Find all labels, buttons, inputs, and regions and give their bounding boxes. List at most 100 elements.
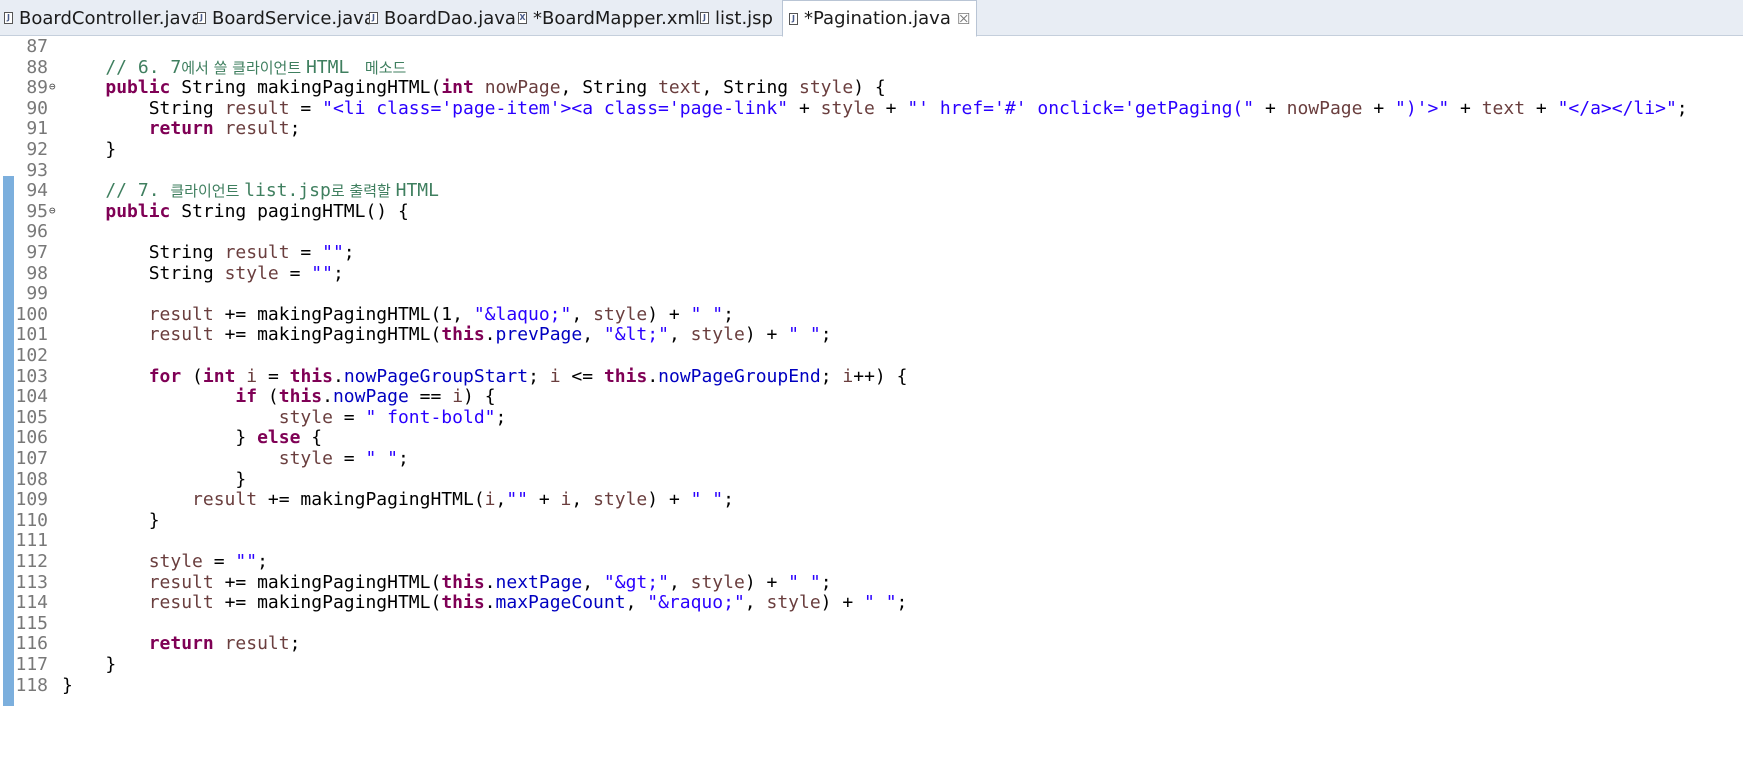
code-token: . xyxy=(332,365,344,387)
code-editor[interactable]: 87 88 // 6. 7에서 쓸 클라이언트 HTML 메소드 89 ⊖ publi… xyxy=(0,36,1743,775)
code-token: ; xyxy=(289,118,301,140)
code-token: . xyxy=(484,324,496,346)
code-token: this xyxy=(289,365,333,387)
code-token: HTML xyxy=(305,56,361,78)
code-line[interactable]: 103 for (int i = this.nowPageGroupStart;… xyxy=(0,365,1743,388)
code-line[interactable]: 102 xyxy=(0,344,1743,367)
code-token: list.jsp xyxy=(244,180,331,202)
code-line[interactable]: 110 } xyxy=(0,509,1743,532)
code-token: ; xyxy=(820,571,832,593)
code-line[interactable]: 109 result += makingPagingHTML(i,"" + i,… xyxy=(0,488,1743,511)
close-icon[interactable]: ☒ xyxy=(957,10,970,28)
code-token: public xyxy=(105,200,171,222)
code-text: style = ""; xyxy=(62,550,268,573)
code-line[interactable]: 116 return result; xyxy=(0,632,1743,655)
code-line[interactable]: 104 if (this.nowPage == i) { xyxy=(0,385,1743,408)
code-token: nowPageGroupEnd xyxy=(658,365,821,387)
code-line[interactable]: 108 } xyxy=(0,468,1743,491)
code-line[interactable]: 98 String style = ""; xyxy=(0,262,1743,285)
code-token: "&laquo;" xyxy=(473,303,572,325)
line-number: 101 xyxy=(15,324,48,346)
code-token: "" xyxy=(235,551,258,572)
code-line[interactable]: 87 xyxy=(0,35,1743,58)
line-number: 91 xyxy=(26,118,48,140)
code-line[interactable]: 118} xyxy=(0,674,1743,697)
code-line[interactable]: 93 xyxy=(0,159,1743,182)
code-token: i xyxy=(549,365,561,387)
code-token: result xyxy=(224,633,290,655)
code-line[interactable]: 95 ⊖ public String pagingHTML() { xyxy=(0,200,1743,223)
code-line[interactable]: 111 xyxy=(0,529,1743,552)
code-token: = xyxy=(202,551,236,572)
code-token: " " xyxy=(788,571,821,593)
code-text: } else { xyxy=(62,426,322,449)
code-line[interactable]: 101 result += makingPagingHTML(this.prev… xyxy=(0,323,1743,346)
code-token: , xyxy=(582,571,604,593)
code-token: style xyxy=(278,406,333,428)
code-token: ) { xyxy=(463,386,496,408)
code-line[interactable]: 105 style = " font-bold"; xyxy=(0,406,1743,429)
code-line[interactable]: 96 xyxy=(0,220,1743,243)
code-token: ; xyxy=(257,551,268,572)
tab-label: *Pagination.java xyxy=(804,8,951,29)
code-token: else xyxy=(257,427,301,449)
code-token: result xyxy=(148,303,214,325)
tab-boarddao[interactable]: J BoardDao.java xyxy=(369,0,516,36)
code-token: nextPage xyxy=(495,571,583,593)
code-token: i xyxy=(246,365,258,387)
code-token: nowPage xyxy=(332,386,409,408)
line-number: 111 xyxy=(15,530,48,552)
code-text: } xyxy=(62,468,246,491)
code-token: " " xyxy=(690,489,724,511)
tab-pagination[interactable]: J *Pagination.java ☒ xyxy=(782,0,978,37)
tab-boardcontroller[interactable]: J BoardController.java xyxy=(4,0,202,36)
tab-boardmapper[interactable]: X *BoardMapper.xml xyxy=(518,0,700,36)
code-line[interactable]: 106 } else { xyxy=(0,426,1743,449)
code-text: String style = ""; xyxy=(62,262,344,285)
code-line[interactable]: 90 String result = "<li class='page-item… xyxy=(0,97,1743,120)
code-token: return xyxy=(148,633,214,655)
line-number: 115 xyxy=(15,612,48,634)
code-token: . xyxy=(322,386,333,408)
code-token: prevPage xyxy=(495,324,583,346)
code-line[interactable]: 99 xyxy=(0,282,1743,305)
code-line[interactable]: 91 return result; xyxy=(0,117,1743,140)
code-token: style xyxy=(148,551,203,572)
code-token: "&lt;" xyxy=(603,324,669,346)
code-token: == xyxy=(408,386,453,408)
code-token: this xyxy=(441,592,485,614)
tab-boardservice[interactable]: J BoardService.java xyxy=(197,0,375,36)
code-line[interactable]: 97 String result = ""; xyxy=(0,241,1743,264)
code-token: + xyxy=(528,489,561,511)
line-number: 99 xyxy=(26,283,48,305)
code-token: = xyxy=(289,242,323,263)
code-token: i xyxy=(560,489,572,511)
code-line[interactable]: 113 result += makingPagingHTML(this.next… xyxy=(0,571,1743,594)
fold-toggle-icon[interactable]: ⊖ xyxy=(49,75,56,98)
code-line[interactable]: 112 style = ""; xyxy=(0,550,1743,573)
code-line[interactable]: 117 } xyxy=(0,653,1743,676)
code-line[interactable]: 92 } xyxy=(0,138,1743,161)
tab-list-jsp[interactable]: J list.jsp xyxy=(700,0,773,36)
code-line[interactable]: 115 xyxy=(0,612,1743,635)
code-line[interactable]: 100 result += makingPagingHTML(1, "&laqu… xyxy=(0,303,1743,326)
fold-toggle-icon[interactable]: ⊖ xyxy=(49,199,56,222)
code-token: "' href='#' onclick='getPaging(" xyxy=(907,97,1255,119)
code-line[interactable]: 88 // 6. 7에서 쓸 클라이언트 HTML 메소드 xyxy=(0,56,1743,79)
code-line[interactable]: 89 ⊖ public String makingPagingHTML(int n… xyxy=(0,76,1743,99)
code-line[interactable]: 114 result += makingPagingHTML(this.maxP… xyxy=(0,591,1743,614)
code-token: + xyxy=(788,97,821,119)
code-token: , String xyxy=(560,77,659,99)
code-token: text xyxy=(658,77,702,99)
code-line[interactable]: 94 // 7. 클라이언트 list.jsp로 출력할 HTML xyxy=(0,179,1743,202)
tab-label: BoardService.java xyxy=(212,7,375,29)
code-token: String makingPagingHTML( xyxy=(170,77,442,99)
code-line[interactable]: 107 style = " "; xyxy=(0,447,1743,470)
code-token: ; xyxy=(820,365,843,387)
code-token: return xyxy=(148,118,214,140)
